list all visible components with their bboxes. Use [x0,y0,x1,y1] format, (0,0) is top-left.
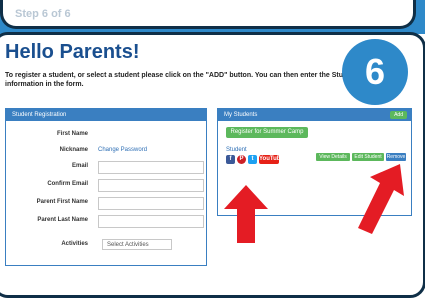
email-label: Email [71,163,88,169]
change-password-link[interactable]: Change Password [98,147,147,153]
step-number: 6 [364,51,386,92]
parent-first-field[interactable] [98,197,204,210]
pinterest-icon[interactable]: P [237,155,246,164]
registration-title: Student Registration [6,109,206,121]
social-icons: f P t YouTube [226,155,284,164]
view-details-button[interactable]: View Details [316,153,350,161]
add-student-button[interactable]: Add [390,111,407,119]
form-row-nickname: Nickname Change Password [6,145,206,157]
form-row-activities: Activities Select Activities [6,239,206,251]
intro-text: To register a student, or select a stude… [5,72,358,88]
form-row-parent-last: Parent Last Name [6,215,206,228]
remove-student-button[interactable]: Remove [386,153,406,161]
nickname-label: Nickname [59,147,88,153]
form-row-parent-first: Parent First Name [6,197,206,210]
right-arrow-icon [358,164,404,234]
my-students-title: My Students [218,109,411,121]
form-row-first-name: First Name [6,129,206,141]
form-row-email: Email [6,161,206,174]
form-row-confirm-email: Confirm Email [6,179,206,192]
left-arrow-icon [224,185,268,243]
first-name-label: First Name [56,131,88,137]
greeting-title: Hello Parents! [5,41,140,63]
parent-last-field[interactable] [98,215,204,228]
edit-student-button[interactable]: Edit Student [352,153,384,161]
email-field[interactable] [98,161,204,174]
twitter-icon[interactable]: t [248,155,257,164]
student-name-link[interactable]: Student [226,147,247,153]
header-card: Step 6 of 6 [0,0,416,29]
header-text: Step 6 of 6 [15,8,71,20]
youtube-icon[interactable]: YouTube [259,155,284,164]
facebook-icon[interactable]: f [226,155,235,164]
registration-panel: Student Registration First Name Nickname… [5,108,207,266]
parent-first-label: Parent First Name [36,199,88,205]
step-badge: 6 [342,39,408,105]
parent-last-label: Parent Last Name [37,217,88,223]
register-camp-button[interactable]: Register for Summer Camp [226,127,308,138]
activities-select[interactable]: Select Activities [102,239,172,250]
activities-label: Activities [61,241,88,247]
confirm-email-field[interactable] [98,179,204,192]
confirm-email-label: Confirm Email [47,181,88,187]
